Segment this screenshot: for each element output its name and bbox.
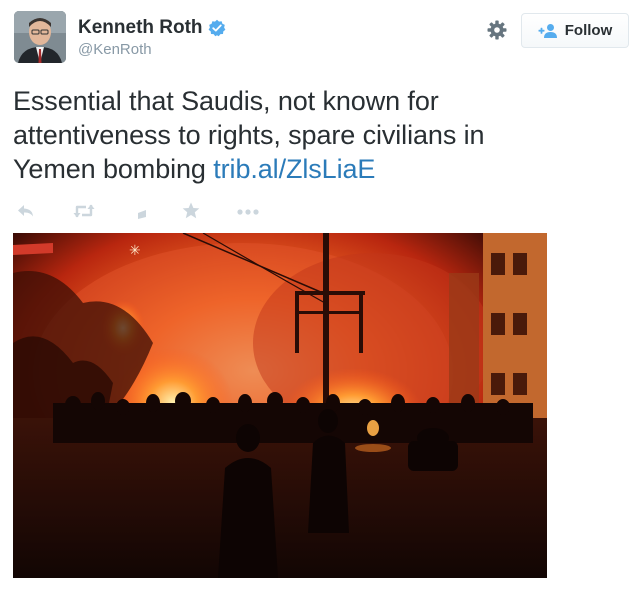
tweet-text: Essential that Saudis, not known for att… — [13, 84, 633, 186]
author-handle[interactable]: @KenRoth — [78, 40, 226, 60]
tweet-photo[interactable]: ✳ — [13, 233, 547, 578]
tweet-text-line: Essential that Saudis, not known for — [13, 86, 439, 116]
more-icon[interactable] — [236, 201, 262, 221]
follow-button[interactable]: Follow — [521, 13, 629, 48]
avatar[interactable] — [14, 11, 66, 63]
tweet-text-line: attentiveness to rights, spare civilians… — [13, 120, 485, 150]
star-icon[interactable] — [181, 201, 201, 221]
add-user-icon — [538, 23, 558, 39]
author-name-row[interactable]: Kenneth Roth — [78, 17, 226, 39]
follow-button-label: Follow — [564, 22, 613, 39]
author-display-name[interactable]: Kenneth Roth — [78, 17, 203, 39]
verified-badge-icon — [208, 19, 226, 37]
gear-icon[interactable] — [486, 19, 508, 41]
bookmark-icon[interactable] — [135, 201, 151, 221]
tweet-link[interactable]: trib.al/ZlsLiaE — [213, 154, 375, 184]
author-block: Kenneth Roth @KenRoth — [78, 17, 226, 60]
tweet-card: Kenneth Roth @KenRoth Follow Essential t… — [0, 0, 644, 590]
tweet-text-line: Yemen bombing trib.al/ZlsLiaE — [13, 152, 633, 186]
retweet-icon[interactable] — [72, 201, 96, 221]
reply-icon[interactable] — [16, 201, 36, 221]
tweet-text-segment: Yemen bombing — [13, 154, 214, 184]
svg-text:✳: ✳ — [129, 243, 141, 259]
